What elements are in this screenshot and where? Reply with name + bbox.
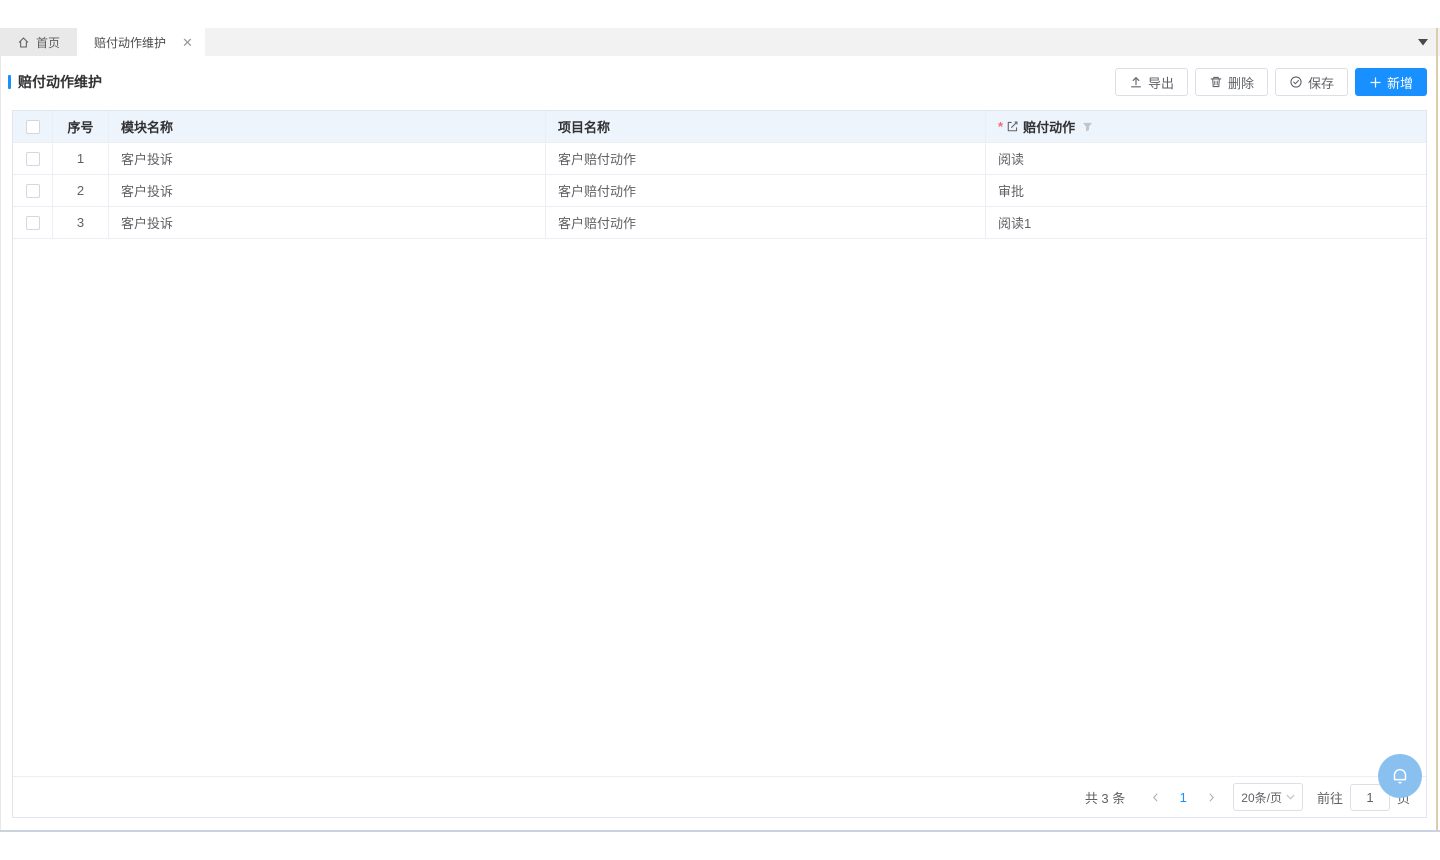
chevron-left-icon bbox=[1150, 792, 1161, 803]
header-module: 模块名称 bbox=[109, 111, 546, 142]
delete-button[interactable]: 删除 bbox=[1195, 68, 1268, 96]
filter-icon[interactable] bbox=[1081, 120, 1094, 133]
page-size-select[interactable]: 20条/页 bbox=[1233, 783, 1303, 811]
table-row: 1 客户投诉 客户赔付动作 阅读 bbox=[13, 143, 1426, 175]
row-checkbox-cell bbox=[13, 207, 53, 238]
row-checkbox[interactable] bbox=[26, 152, 40, 166]
row-checkbox-cell bbox=[13, 175, 53, 206]
row-module: 客户投诉 bbox=[109, 207, 546, 238]
row-checkbox-cell bbox=[13, 143, 53, 174]
title-accent-bar bbox=[8, 75, 11, 89]
export-icon bbox=[1129, 75, 1143, 89]
table-header-row: 序号 模块名称 项目名称 * 赔付动作 bbox=[13, 111, 1426, 143]
row-checkbox[interactable] bbox=[26, 216, 40, 230]
tab-close-icon[interactable]: ✕ bbox=[182, 36, 193, 49]
window-bottom-edge bbox=[0, 830, 1440, 832]
header-action-label: 赔付动作 bbox=[1023, 117, 1075, 136]
trash-icon bbox=[1209, 75, 1223, 89]
table-empty-area bbox=[13, 239, 1426, 776]
table-row: 3 客户投诉 客户赔付动作 阅读1 bbox=[13, 207, 1426, 239]
table-row: 2 客户投诉 客户赔付动作 审批 bbox=[13, 175, 1426, 207]
tabbar-dropdown-caret[interactable] bbox=[1406, 28, 1440, 56]
row-index: 2 bbox=[53, 175, 109, 206]
row-action[interactable]: 阅读 bbox=[986, 143, 1426, 174]
row-project: 客户赔付动作 bbox=[546, 175, 986, 206]
row-action[interactable]: 阅读1 bbox=[986, 207, 1426, 238]
select-all-checkbox[interactable] bbox=[26, 120, 40, 134]
window-left-edge bbox=[0, 28, 1, 830]
page-title: 赔付动作维护 bbox=[18, 72, 102, 92]
app-window: 首页 赔付动作维护 ✕ 赔付动作维护 导出 删 bbox=[0, 0, 1440, 860]
plus-icon bbox=[1369, 76, 1382, 89]
save-button-label: 保存 bbox=[1308, 73, 1334, 92]
tab-home[interactable]: 首页 bbox=[0, 28, 77, 56]
add-button-label: 新增 bbox=[1387, 73, 1413, 92]
row-module: 客户投诉 bbox=[109, 143, 546, 174]
row-action[interactable]: 审批 bbox=[986, 175, 1426, 206]
tab-active-label: 赔付动作维护 bbox=[94, 34, 166, 51]
caret-down-icon bbox=[1418, 39, 1428, 46]
delete-button-label: 删除 bbox=[1228, 73, 1254, 92]
notification-fab[interactable] bbox=[1378, 754, 1422, 798]
home-icon bbox=[17, 36, 30, 49]
save-button[interactable]: 保存 bbox=[1275, 68, 1348, 96]
pagination-bar: 共 3 条 1 20条/页 前往 页 bbox=[13, 776, 1426, 817]
chevron-right-icon bbox=[1206, 792, 1217, 803]
row-index: 1 bbox=[53, 143, 109, 174]
tab-bar: 首页 赔付动作维护 ✕ bbox=[0, 28, 1440, 56]
edit-icon bbox=[1006, 120, 1019, 133]
required-mark: * bbox=[998, 119, 1003, 134]
prev-page-button[interactable] bbox=[1141, 783, 1169, 811]
export-button-label: 导出 bbox=[1148, 73, 1174, 92]
pagination-total: 共 3 条 bbox=[1085, 788, 1125, 807]
check-circle-icon bbox=[1289, 75, 1303, 89]
select-caret-icon bbox=[1286, 794, 1295, 800]
toolbar: 导出 删除 保存 新增 bbox=[1115, 68, 1427, 96]
row-index: 3 bbox=[53, 207, 109, 238]
row-project: 客户赔付动作 bbox=[546, 143, 986, 174]
row-checkbox[interactable] bbox=[26, 184, 40, 198]
row-project: 客户赔付动作 bbox=[546, 207, 986, 238]
next-page-button[interactable] bbox=[1197, 783, 1225, 811]
goto-label: 前往 bbox=[1317, 788, 1343, 807]
row-module: 客户投诉 bbox=[109, 175, 546, 206]
tab-claim-action-maintenance[interactable]: 赔付动作维护 ✕ bbox=[77, 28, 205, 56]
window-right-edge bbox=[1436, 28, 1438, 830]
header-index: 序号 bbox=[53, 111, 109, 142]
tab-home-label: 首页 bbox=[36, 34, 60, 51]
header-checkbox-cell bbox=[13, 111, 53, 142]
header-project: 项目名称 bbox=[546, 111, 986, 142]
page-size-value: 20条/页 bbox=[1241, 789, 1282, 806]
page-number-1[interactable]: 1 bbox=[1169, 790, 1197, 805]
export-button[interactable]: 导出 bbox=[1115, 68, 1188, 96]
header-action: * 赔付动作 bbox=[986, 111, 1426, 142]
bell-icon bbox=[1389, 765, 1411, 787]
add-button[interactable]: 新增 bbox=[1355, 68, 1427, 96]
page-header: 赔付动作维护 导出 删除 保存 bbox=[0, 56, 1440, 108]
title-wrap: 赔付动作维护 bbox=[8, 72, 102, 92]
table-panel: 序号 模块名称 项目名称 * 赔付动作 1 客户投诉 客户赔付动作 阅读 bbox=[12, 110, 1427, 818]
